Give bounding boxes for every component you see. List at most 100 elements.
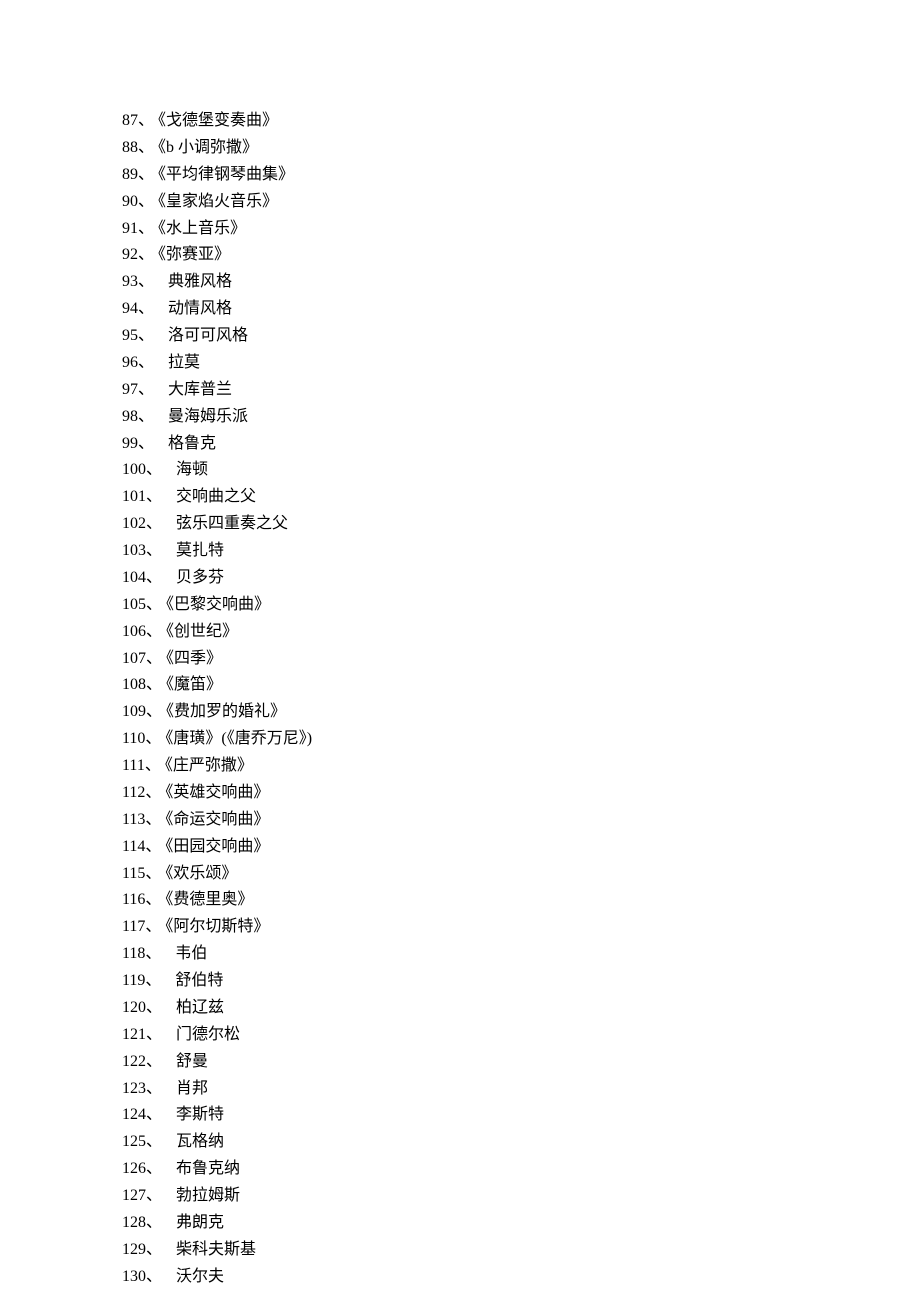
item-text: 《戈德堡变奏曲》: [158, 112, 278, 129]
item-separator: 、: [138, 381, 154, 398]
list-item: 111、《庄严弥撒》: [122, 753, 920, 780]
list-item: 87、《戈德堡变奏曲》: [122, 108, 920, 135]
item-text: 洛可可风格: [168, 327, 248, 344]
item-separator: 、: [146, 1026, 162, 1043]
item-separator: 、: [146, 703, 162, 720]
item-text: 曼海姆乐派: [168, 408, 248, 425]
item-number: 107: [122, 650, 146, 667]
item-number: 101: [122, 488, 146, 505]
list-item: 118、韦伯: [122, 941, 920, 968]
item-number: 119: [122, 972, 145, 989]
item-separator: 、: [138, 193, 154, 210]
item-separator: 、: [145, 918, 161, 935]
item-separator: 、: [146, 488, 162, 505]
item-text: 《魔笛》: [166, 676, 222, 693]
item-number: 130: [122, 1268, 146, 1285]
item-text: 《庄严弥撒》: [165, 757, 253, 774]
list-item: 115、《欢乐颂》: [122, 861, 920, 888]
item-separator: 、: [138, 273, 154, 290]
item-text: 柴科夫斯基: [176, 1241, 256, 1258]
list-item: 101、交响曲之父: [122, 484, 920, 511]
item-number: 98: [122, 408, 138, 425]
item-separator: 、: [146, 623, 162, 640]
item-separator: 、: [138, 354, 154, 371]
item-text: 沃尔夫: [176, 1268, 224, 1285]
item-separator: 、: [146, 515, 162, 532]
item-separator: 、: [138, 112, 154, 129]
item-separator: 、: [145, 865, 161, 882]
item-number: 108: [122, 676, 146, 693]
list-item: 110、《唐璜》(《唐乔万尼》): [122, 726, 920, 753]
list-item: 126、布鲁克纳: [122, 1156, 920, 1183]
list-item: 117、《阿尔切斯特》: [122, 914, 920, 941]
item-text: 《创世纪》: [166, 623, 238, 640]
list-item: 98、曼海姆乐派: [122, 404, 920, 431]
item-text: 《b 小调弥撒》: [158, 139, 258, 156]
item-number: 92: [122, 246, 138, 263]
item-text: 《欢乐颂》: [165, 865, 237, 882]
item-number: 90: [122, 193, 138, 210]
item-text: 《四季》: [166, 650, 222, 667]
list-item: 100、海顿: [122, 457, 920, 484]
item-text: 典雅风格: [168, 273, 232, 290]
item-text: 舒曼: [176, 1053, 208, 1070]
item-number: 128: [122, 1214, 146, 1231]
item-number: 109: [122, 703, 146, 720]
item-number: 96: [122, 354, 138, 371]
item-number: 102: [122, 515, 146, 532]
item-number: 103: [122, 542, 146, 559]
item-number: 121: [122, 1026, 146, 1043]
item-text: 勃拉姆斯: [176, 1187, 240, 1204]
item-text: 《弥赛亚》: [158, 246, 230, 263]
item-number: 99: [122, 435, 138, 452]
item-number: 124: [122, 1106, 146, 1123]
list-item: 102、弦乐四重奏之父: [122, 511, 920, 538]
item-separator: 、: [146, 999, 162, 1016]
item-number: 122: [122, 1053, 146, 1070]
item-separator: 、: [146, 1053, 162, 1070]
item-text: 大库普兰: [168, 381, 232, 398]
item-text: 莫扎特: [176, 542, 224, 559]
item-number: 126: [122, 1160, 146, 1177]
item-text: 弗朗克: [176, 1214, 224, 1231]
item-number: 114: [122, 838, 145, 855]
item-separator: 、: [146, 1241, 162, 1258]
list-item: 94、动情风格: [122, 296, 920, 323]
item-text: 李斯特: [176, 1106, 224, 1123]
item-separator: 、: [146, 461, 162, 478]
list-item: 119、舒伯特: [122, 968, 920, 995]
list-item: 124、李斯特: [122, 1102, 920, 1129]
item-number: 116: [122, 891, 145, 908]
item-separator: 、: [146, 1080, 162, 1097]
item-number: 106: [122, 623, 146, 640]
list-item: 129、柴科夫斯基: [122, 1237, 920, 1264]
list-item: 116、《费德里奥》: [122, 887, 920, 914]
item-number: 123: [122, 1080, 146, 1097]
item-text: 格鲁克: [168, 435, 216, 452]
item-number: 115: [122, 865, 145, 882]
list-item: 91、《水上音乐》: [122, 216, 920, 243]
item-text: 《英雄交响曲》: [165, 784, 269, 801]
item-separator: 、: [145, 757, 161, 774]
item-separator: 、: [146, 1133, 162, 1150]
list-item: 130、沃尔夫: [122, 1264, 920, 1291]
item-separator: 、: [138, 246, 154, 263]
list-item: 108、《魔笛》: [122, 672, 920, 699]
item-number: 110: [122, 730, 145, 747]
item-text: 海顿: [176, 461, 208, 478]
list-item: 99、格鲁克: [122, 431, 920, 458]
item-separator: 、: [146, 1160, 162, 1177]
list-item: 106、《创世纪》: [122, 619, 920, 646]
list-item: 107、《四季》: [122, 646, 920, 673]
list-item: 114、《田园交响曲》: [122, 834, 920, 861]
item-text: 拉莫: [168, 354, 200, 371]
list-item: 128、弗朗克: [122, 1210, 920, 1237]
item-separator: 、: [145, 730, 161, 747]
item-separator: 、: [146, 1268, 162, 1285]
item-number: 95: [122, 327, 138, 344]
list-item: 88、《b 小调弥撒》: [122, 135, 920, 162]
item-text: 舒伯特: [175, 972, 223, 989]
item-number: 91: [122, 220, 138, 237]
item-text: 《费德里奥》: [165, 891, 253, 908]
item-text: 《平均律钢琴曲集》: [158, 166, 294, 183]
